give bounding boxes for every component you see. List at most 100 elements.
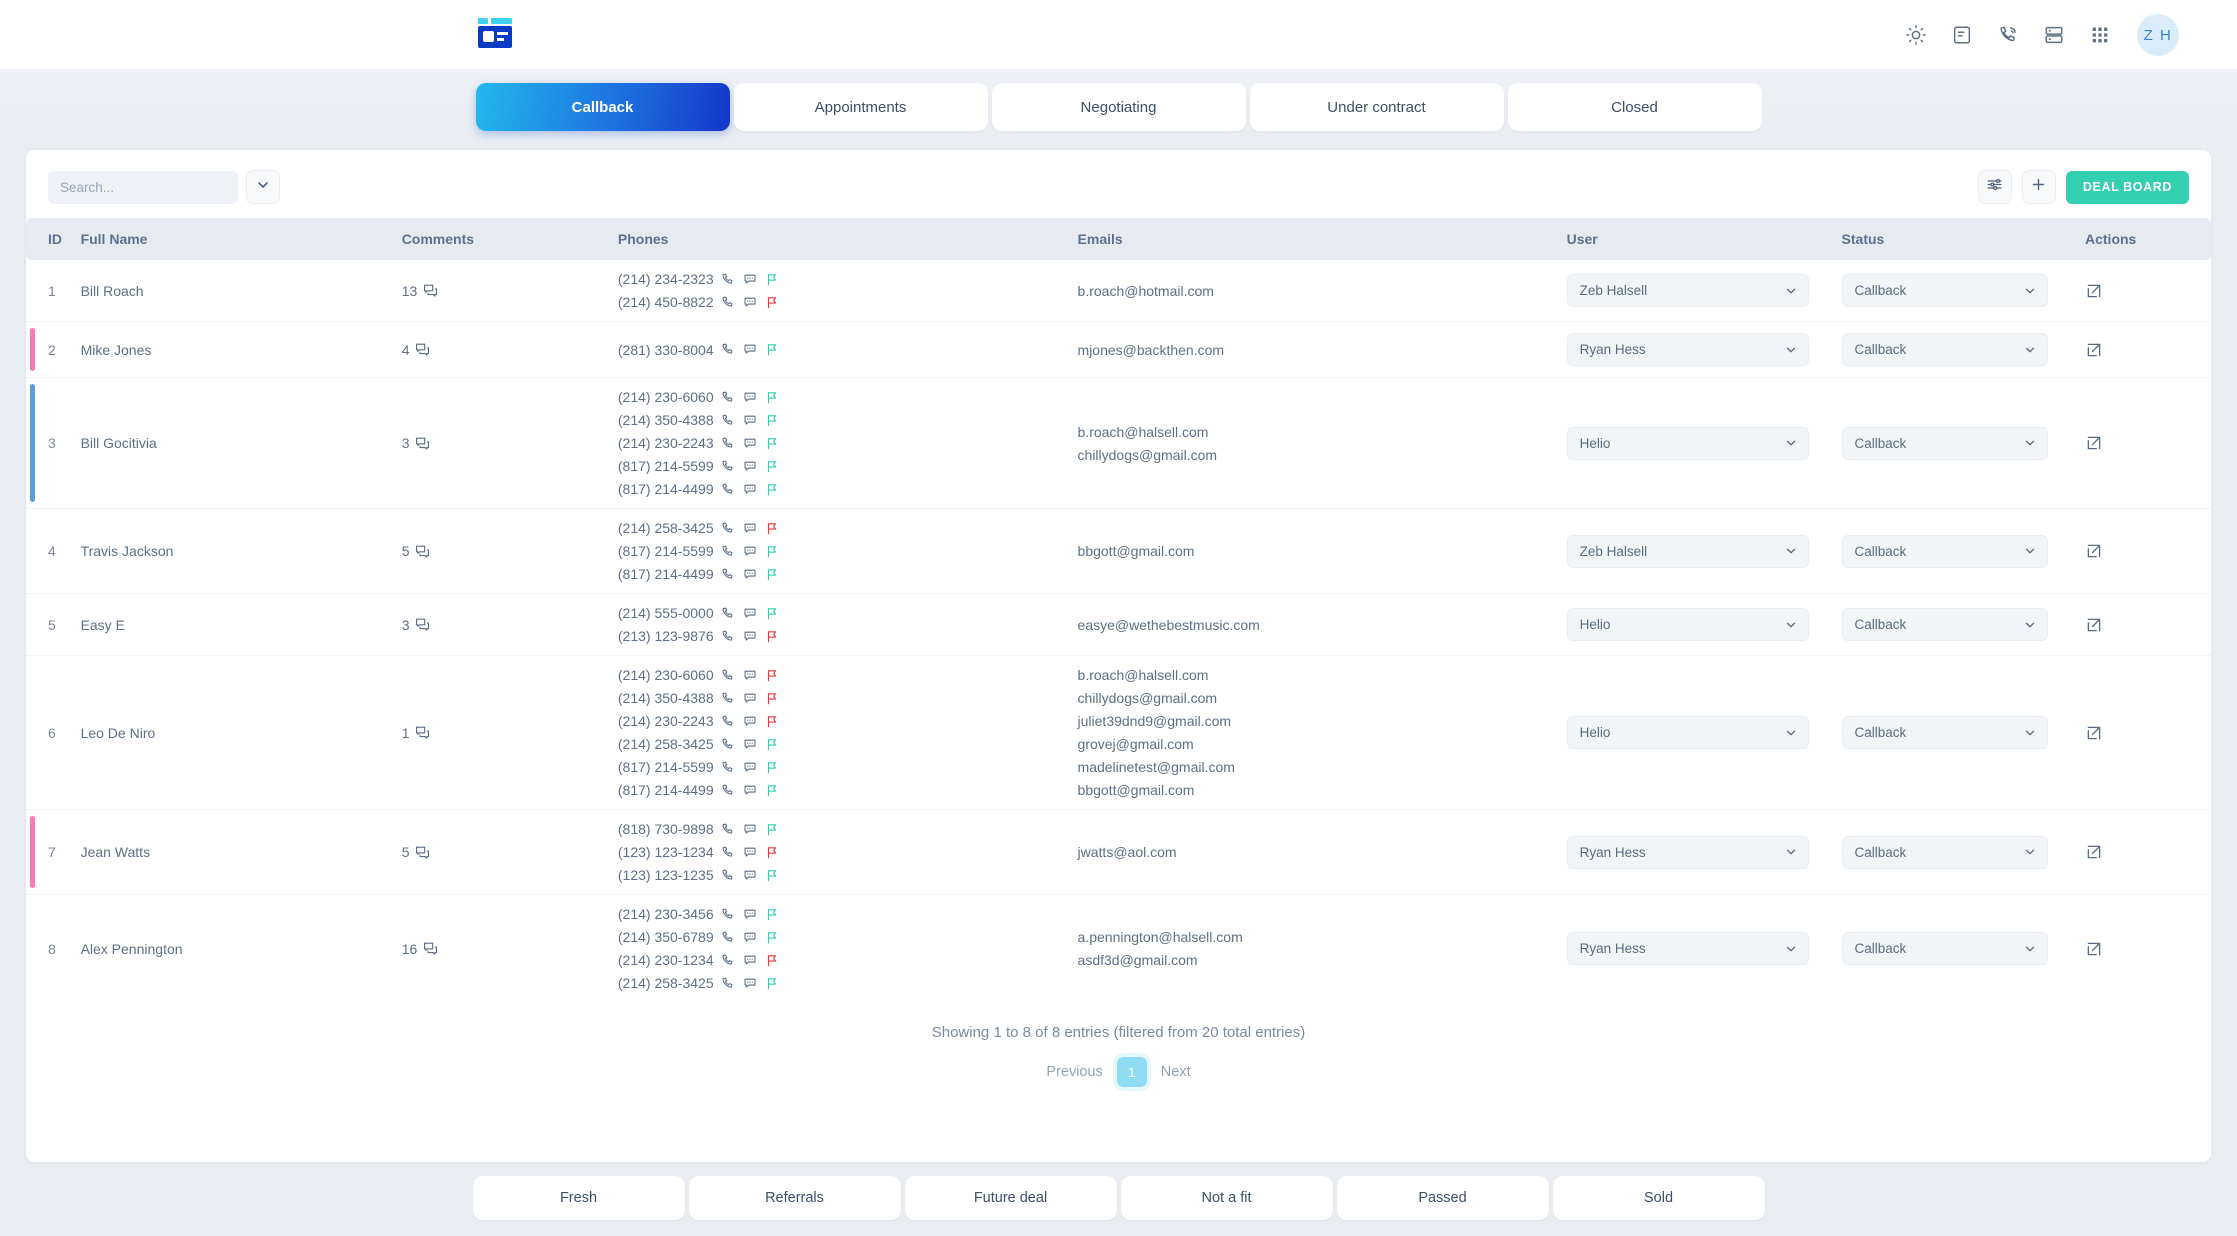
flag-icon[interactable] — [765, 783, 780, 798]
phone-call-icon[interactable] — [721, 342, 736, 357]
tab-appointments[interactable]: Appointments — [733, 83, 988, 131]
phone-call-icon[interactable] — [721, 567, 736, 582]
pagination-next[interactable]: Next — [1161, 1064, 1191, 1080]
tab-callback[interactable]: Callback — [475, 83, 730, 131]
comments-icon[interactable] — [423, 941, 438, 956]
flag-icon[interactable] — [765, 567, 780, 582]
sms-message-icon[interactable] — [743, 691, 758, 706]
bottom-tab-future-deal[interactable]: Future deal — [904, 1175, 1117, 1220]
cell-comments[interactable]: 16 — [402, 895, 618, 1003]
phone-call-icon[interactable] — [721, 953, 736, 968]
cell-comments[interactable]: 4 — [401, 321, 618, 378]
user-select[interactable]: Zeb Halsell — [1566, 534, 1809, 568]
user-select[interactable]: Zeb Halsell — [1566, 274, 1809, 307]
comments-icon[interactable] — [423, 283, 438, 298]
email-address[interactable]: jwatts@aol.com — [1078, 844, 1567, 860]
cell-full-name[interactable]: Jean Watts — [80, 809, 402, 895]
status-select[interactable]: Callback — [1841, 932, 2048, 965]
cell-full-name[interactable]: Alex Pennington — [81, 895, 402, 1003]
cell-comments[interactable]: 13 — [401, 260, 618, 322]
comments-icon[interactable] — [415, 544, 430, 559]
flag-icon[interactable] — [765, 629, 780, 644]
open-external-icon[interactable] — [2085, 843, 2103, 861]
phone-call-icon[interactable] — [721, 413, 736, 428]
sms-message-icon[interactable] — [743, 629, 758, 644]
comments-icon[interactable] — [415, 845, 430, 860]
sms-message-icon[interactable] — [743, 544, 758, 559]
sms-message-icon[interactable] — [743, 845, 758, 860]
sms-message-icon[interactable] — [743, 295, 758, 310]
flag-icon[interactable] — [765, 413, 780, 428]
sms-message-icon[interactable] — [743, 714, 758, 729]
table-row[interactable]: 6 Leo De Niro 1 (214) 230-6060 (214) 350-438… — [26, 655, 2211, 810]
email-address[interactable]: easye@wethebestmusic.com — [1078, 617, 1567, 633]
email-address[interactable]: bbgott@gmail.com — [1078, 782, 1567, 798]
flag-icon[interactable] — [765, 482, 780, 497]
table-row[interactable]: 3 Bill Gocitivia 3 (214) 230-6060 (214) 350-… — [26, 377, 2211, 509]
email-address[interactable]: b.roach@halsell.com — [1078, 667, 1567, 683]
status-select[interactable]: Callback — [1841, 534, 2048, 568]
sms-message-icon[interactable] — [743, 822, 758, 837]
phone-call-icon[interactable] — [721, 629, 736, 644]
phone-call-icon[interactable] — [721, 482, 736, 497]
avatar[interactable]: Z H — [2137, 14, 2179, 56]
phone-call-icon[interactable] — [721, 783, 736, 798]
table-row[interactable]: 7 Jean Watts 5 (818) 730-9898 (123) 123-1234… — [26, 809, 2211, 895]
cell-comments[interactable]: 3 — [401, 377, 618, 509]
note-icon[interactable] — [1949, 22, 1975, 48]
column-header-id[interactable]: ID — [26, 218, 81, 260]
sms-message-icon[interactable] — [743, 783, 758, 798]
column-header-actions[interactable]: Actions — [2085, 218, 2211, 260]
open-external-icon[interactable] — [2085, 282, 2103, 300]
flag-icon[interactable] — [765, 868, 780, 883]
email-address[interactable]: chillydogs@gmail.com — [1078, 690, 1567, 706]
email-address[interactable]: chillydogs@gmail.com — [1078, 447, 1567, 463]
flag-icon[interactable] — [765, 544, 780, 559]
sms-message-icon[interactable] — [743, 976, 758, 991]
flag-icon[interactable] — [765, 459, 780, 474]
flag-icon[interactable] — [765, 930, 780, 945]
flag-icon[interactable] — [765, 342, 780, 357]
phone-signal-icon[interactable] — [1995, 22, 2021, 48]
phone-call-icon[interactable] — [721, 390, 736, 405]
open-external-icon[interactable] — [2085, 616, 2103, 634]
status-select[interactable]: Callback — [1841, 716, 2048, 749]
sms-message-icon[interactable] — [743, 567, 758, 582]
table-row[interactable]: 8 Alex Pennington 16 (214) 230-3456 (214) 35… — [26, 895, 2211, 1003]
search-input[interactable] — [48, 170, 238, 204]
table-row[interactable]: 5 Easy E 3 (214) 555-0000 (213) 123-9876 easy… — [26, 593, 2211, 656]
status-select[interactable]: Callback — [1841, 835, 2048, 869]
email-address[interactable]: mjones@backthen.com — [1078, 342, 1567, 358]
phone-call-icon[interactable] — [721, 691, 736, 706]
email-address[interactable]: b.roach@hotmail.com — [1078, 283, 1567, 299]
flag-icon[interactable] — [765, 272, 780, 287]
open-external-icon[interactable] — [2085, 434, 2103, 452]
flag-icon[interactable] — [765, 907, 780, 922]
bottom-tab-sold[interactable]: Sold — [1552, 1175, 1765, 1220]
sms-message-icon[interactable] — [743, 272, 758, 287]
open-external-icon[interactable] — [2085, 542, 2103, 560]
comments-icon[interactable] — [415, 436, 430, 451]
phone-call-icon[interactable] — [721, 714, 736, 729]
bottom-tab-not-a-fit[interactable]: Not a fit — [1120, 1175, 1333, 1220]
bottom-tab-fresh[interactable]: Fresh — [472, 1175, 685, 1220]
sms-message-icon[interactable] — [743, 413, 758, 428]
email-address[interactable]: juliet39dnd9@gmail.com — [1078, 713, 1567, 729]
flag-icon[interactable] — [765, 691, 780, 706]
cell-full-name[interactable]: Travis Jackson — [80, 508, 402, 594]
comments-icon[interactable] — [415, 617, 430, 632]
bottom-tab-passed[interactable]: Passed — [1336, 1175, 1549, 1220]
cell-full-name[interactable]: Bill Roach — [80, 260, 402, 322]
cell-comments[interactable]: 3 — [401, 593, 618, 656]
tab-under-contract[interactable]: Under contract — [1249, 83, 1504, 131]
user-select[interactable]: Helio — [1566, 608, 1809, 641]
phone-call-icon[interactable] — [721, 907, 736, 922]
sms-message-icon[interactable] — [743, 907, 758, 922]
user-select[interactable]: Ryan Hess — [1566, 932, 1809, 965]
apps-grid-icon[interactable] — [2087, 22, 2113, 48]
phone-call-icon[interactable] — [721, 737, 736, 752]
flag-icon[interactable] — [765, 845, 780, 860]
open-external-icon[interactable] — [2085, 724, 2103, 742]
flag-icon[interactable] — [765, 737, 780, 752]
deal-board-button[interactable]: DEAL BOARD — [2065, 170, 2189, 204]
